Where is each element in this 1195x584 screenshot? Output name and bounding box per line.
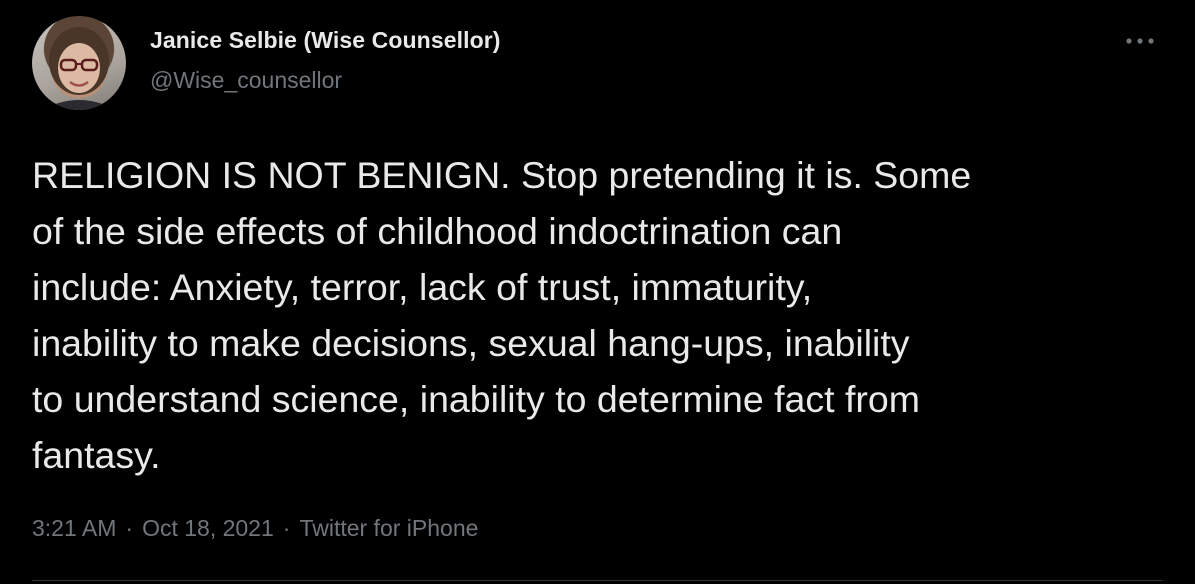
tweet-time[interactable]: 3:21 AM bbox=[32, 515, 116, 542]
tweet-text: RELIGION IS NOT BENIGN. Stop pretending … bbox=[32, 154, 972, 476]
tweet-source-link[interactable]: Twitter for iPhone bbox=[299, 515, 478, 542]
author-name[interactable]: Janice Selbie (Wise Counsellor) bbox=[150, 27, 501, 54]
tweet-metadata: 3:21 AM · Oct 18, 2021 · Twitter for iPh… bbox=[32, 515, 478, 542]
divider bbox=[32, 580, 1163, 581]
more-options-button[interactable] bbox=[1120, 28, 1160, 54]
author-avatar[interactable] bbox=[32, 16, 126, 110]
author-handle[interactable]: @Wise_counsellor bbox=[150, 67, 342, 94]
meta-separator: · bbox=[282, 515, 291, 541]
more-horizontal-icon bbox=[1126, 38, 1154, 44]
tweet-container: Janice Selbie (Wise Counsellor) @Wise_co… bbox=[0, 0, 1195, 584]
avatar-photo-icon bbox=[42, 27, 116, 110]
tweet-date[interactable]: Oct 18, 2021 bbox=[142, 515, 274, 542]
meta-separator: · bbox=[125, 515, 134, 541]
